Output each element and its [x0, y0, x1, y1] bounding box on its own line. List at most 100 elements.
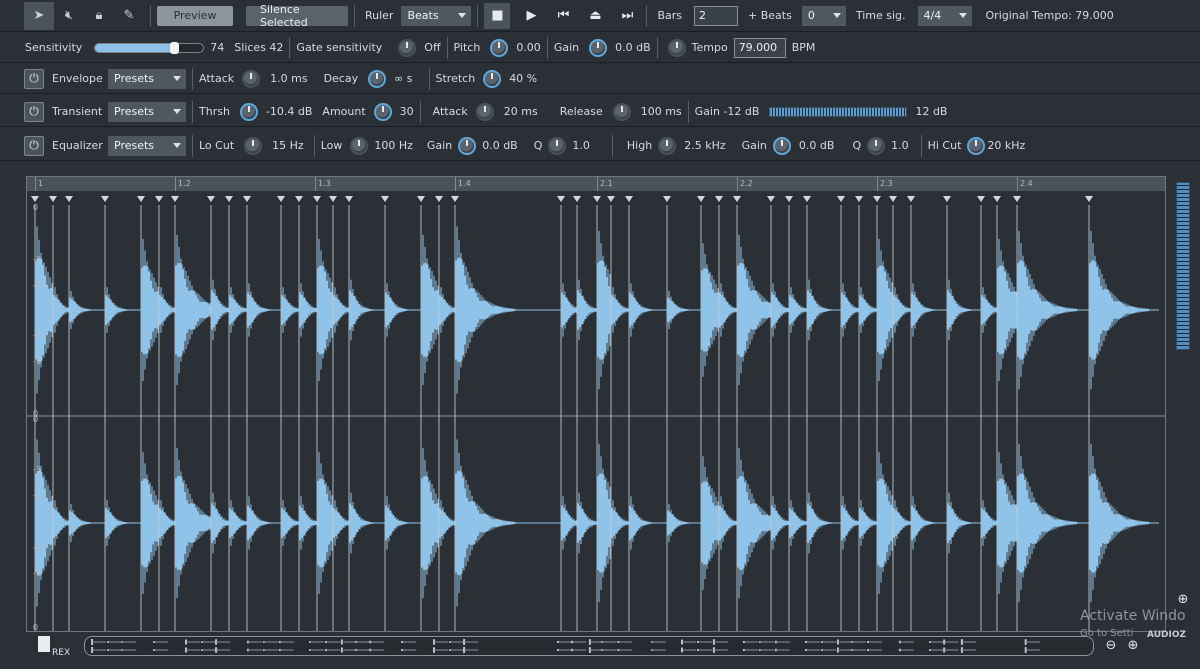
equalizer-presets-dropdown[interactable]: Presets — [108, 135, 186, 156]
slice-marker[interactable] — [715, 196, 723, 202]
arrow-tool-icon[interactable]: ➤ — [24, 1, 54, 30]
slice-marker[interactable] — [943, 196, 951, 202]
attack-knob[interactable] — [475, 102, 494, 121]
tempo-knob[interactable] — [667, 38, 686, 57]
play-icon[interactable]: ▶ — [518, 3, 544, 29]
locut-label: Lo Cut — [199, 139, 235, 152]
low-knob[interactable] — [350, 136, 369, 155]
separator — [920, 134, 922, 157]
stretch-knob[interactable] — [483, 69, 502, 88]
slice-marker[interactable] — [435, 196, 443, 202]
stop-icon[interactable]: ■ — [484, 2, 511, 29]
slice-marker[interactable] — [573, 196, 581, 202]
transient-presets-dropdown[interactable]: Presets — [108, 101, 186, 122]
mute-tool-icon[interactable]: 🔇︎ — [54, 2, 84, 30]
slice-marker[interactable] — [907, 196, 915, 202]
slice-marker[interactable] — [65, 196, 73, 202]
envelope-power-icon[interactable]: ⏻ — [24, 68, 44, 89]
overview-scrollbar[interactable] — [84, 636, 1094, 656]
slice-marker[interactable] — [803, 196, 811, 202]
slice-marker[interactable] — [381, 196, 389, 202]
locut-knob[interactable] — [244, 136, 263, 155]
slice-marker[interactable] — [329, 196, 337, 202]
beat-ruler[interactable]: 1 1.2 1.3 1.4 2.1 2.2 2.3 2.4 — [27, 177, 1165, 191]
slice-marker[interactable] — [207, 196, 215, 202]
zoom-fit-icon[interactable]: ⊕ — [1174, 590, 1192, 608]
zoom-out-icon[interactable]: ⊖ — [1102, 636, 1120, 654]
slice-marker[interactable] — [171, 196, 179, 202]
amount-knob[interactable] — [373, 102, 392, 121]
slice-marker[interactable] — [417, 196, 425, 202]
gain-meter[interactable] — [769, 106, 908, 117]
timesig-dropdown[interactable]: 4/4 — [917, 5, 972, 26]
slice-marker[interactable] — [313, 196, 321, 202]
low-value: 100 Hz — [374, 139, 413, 152]
skip-end-icon[interactable]: ⏭ — [614, 3, 640, 29]
tempo-field[interactable]: 79.000 — [733, 37, 786, 58]
rex-export-button[interactable]: REX — [38, 636, 72, 660]
slice-marker[interactable] — [243, 196, 251, 202]
decay-knob[interactable] — [368, 69, 387, 88]
slice-marker[interactable] — [277, 196, 285, 202]
waveform-display[interactable] — [27, 205, 1165, 631]
bars-field[interactable]: 2 — [694, 5, 739, 26]
low-gain-knob[interactable] — [458, 136, 477, 155]
slice-marker[interactable] — [607, 196, 615, 202]
slice-marker[interactable] — [889, 196, 897, 202]
slice-marker[interactable] — [1013, 196, 1021, 202]
slice-marker[interactable] — [593, 196, 601, 202]
hicut-knob[interactable] — [967, 136, 986, 155]
slice-marker[interactable] — [785, 196, 793, 202]
slice-marker[interactable] — [557, 196, 565, 202]
equalizer-power-icon[interactable]: ⏻ — [24, 135, 44, 156]
zoom-in-icon[interactable]: ⊕ — [1124, 636, 1142, 654]
ruler-label: Ruler — [365, 9, 394, 22]
release-knob[interactable] — [612, 102, 631, 121]
slice-marker[interactable] — [225, 196, 233, 202]
low-q-knob[interactable] — [548, 136, 567, 155]
slice-marker[interactable] — [1085, 196, 1093, 202]
pencil-tool-icon[interactable]: ✎ — [114, 2, 144, 30]
sensitivity-slider[interactable] — [94, 41, 205, 54]
gate-knob[interactable] — [398, 38, 417, 57]
slice-marker[interactable] — [31, 196, 39, 202]
slider-thumb[interactable] — [170, 41, 180, 54]
transient-power-icon[interactable]: ⏻ — [24, 101, 44, 122]
slice-marker[interactable] — [837, 196, 845, 202]
gain-knob[interactable] — [589, 38, 608, 57]
slice-marker[interactable] — [873, 196, 881, 202]
attack-knob[interactable] — [242, 69, 261, 88]
high-q-knob[interactable] — [867, 136, 886, 155]
slice-marker[interactable] — [855, 196, 863, 202]
slice-marker[interactable] — [767, 196, 775, 202]
slice-marker[interactable] — [977, 196, 985, 202]
low-gain-label: Gain — [426, 139, 453, 152]
slice-marker[interactable] — [697, 196, 705, 202]
waveform-editor[interactable]: 1 1.2 1.3 1.4 2.1 2.2 2.3 2.4 0 -6 -12 -12 -6 0 0 -6 -1… — [26, 176, 1166, 632]
slice-marker[interactable] — [663, 196, 671, 202]
slice-marker[interactable] — [625, 196, 633, 202]
high-gain-knob[interactable] — [772, 136, 791, 155]
envelope-presets-dropdown[interactable]: Presets — [108, 68, 186, 89]
eject-icon[interactable]: ⏏ — [582, 3, 608, 29]
slice-marker[interactable] — [49, 196, 57, 202]
pitch-knob[interactable] — [490, 38, 509, 57]
slice-marker[interactable] — [733, 196, 741, 202]
ruler-dropdown[interactable]: Beats — [401, 5, 472, 26]
lock-tool-icon[interactable]: 🔒︎ — [84, 2, 114, 30]
slice-marker[interactable] — [101, 196, 109, 202]
slice-marker[interactable] — [295, 196, 303, 202]
presets-value: Presets — [114, 105, 155, 118]
slice-marker[interactable] — [993, 196, 1001, 202]
preview-button[interactable]: Preview — [157, 5, 233, 26]
slice-marker[interactable] — [451, 196, 459, 202]
slice-marker[interactable] — [345, 196, 353, 202]
high-knob[interactable] — [658, 136, 677, 155]
skip-start-icon[interactable]: ⏮ — [550, 3, 576, 29]
envelope-row: ⏻ Envelope Presets Attack 1.0 ms Decay ∞… — [0, 64, 1200, 94]
beats-dropdown[interactable]: 0 — [801, 5, 846, 26]
thrsh-knob[interactable] — [239, 102, 258, 121]
silence-selected-button[interactable]: Silence Selected — [246, 3, 348, 29]
slice-marker[interactable] — [137, 196, 145, 202]
slice-marker[interactable] — [155, 196, 163, 202]
